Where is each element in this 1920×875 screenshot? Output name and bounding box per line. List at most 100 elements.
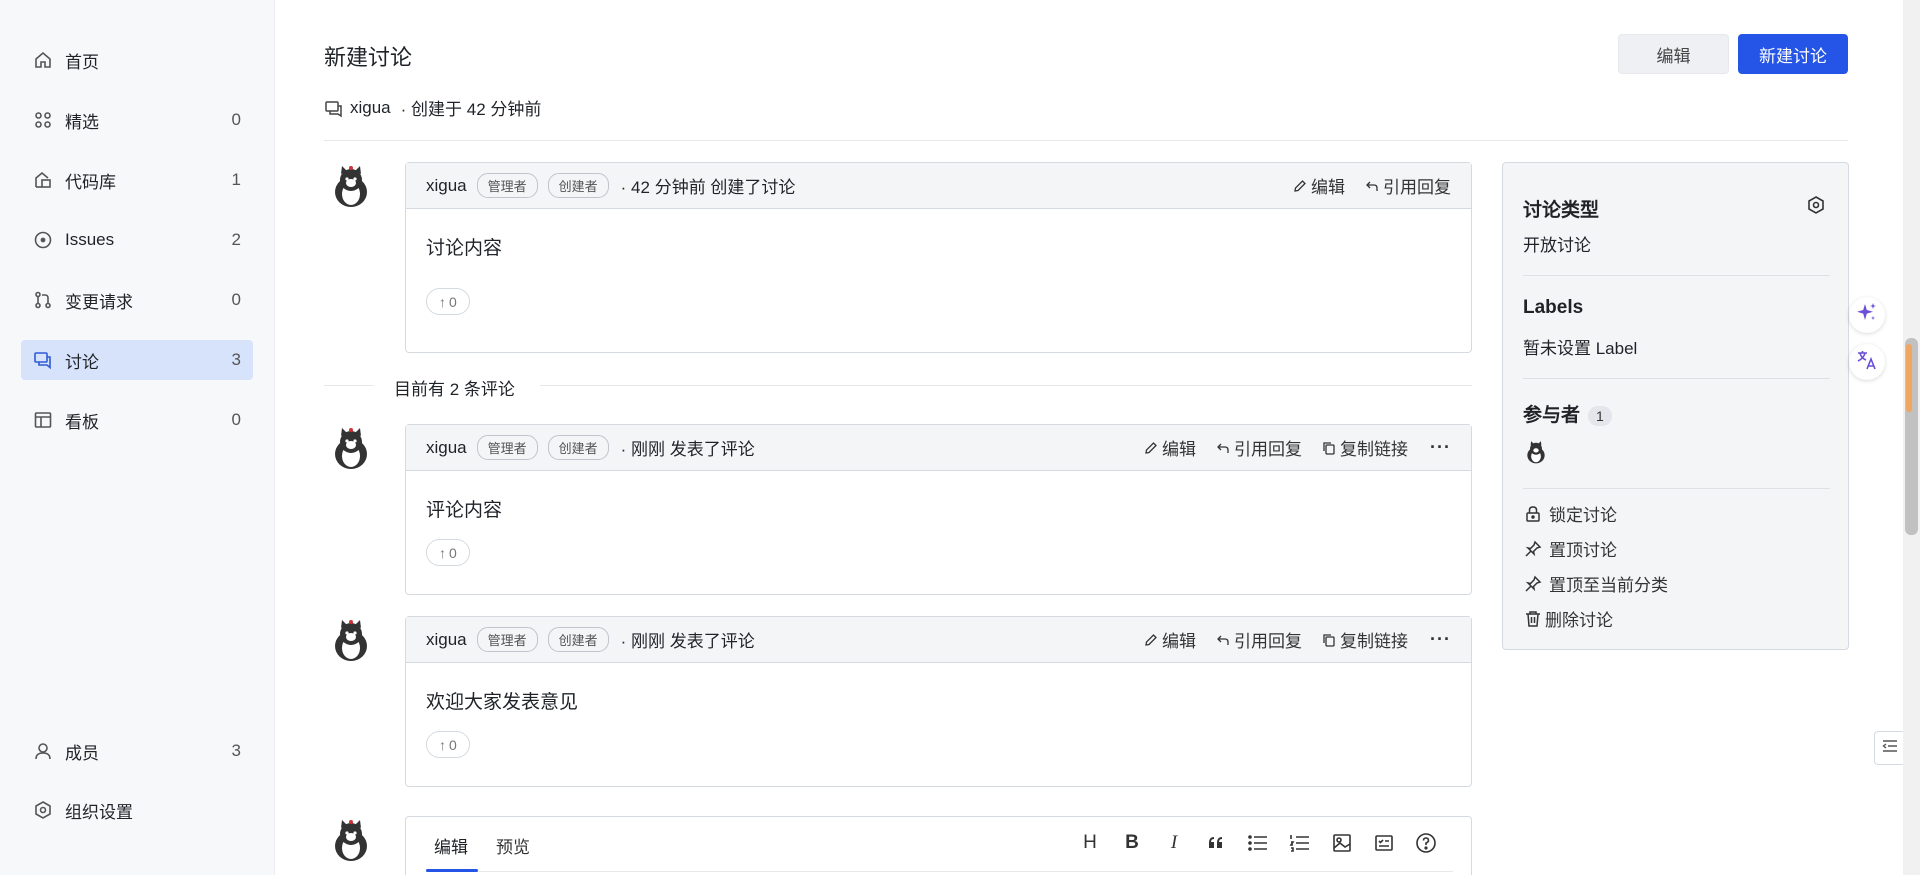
meta-author[interactable]: xigua	[350, 98, 391, 118]
image-icon[interactable]	[1330, 831, 1354, 855]
lock-discussion-action[interactable]: 锁定讨论	[1523, 501, 1617, 526]
quote-icon[interactable]	[1204, 831, 1228, 855]
tab-preview[interactable]: 预览	[496, 833, 530, 858]
pencil-icon	[1144, 441, 1158, 455]
sidebar-item-discussions[interactable]: 讨论 3	[21, 340, 253, 380]
comment-header: xigua 管理者 创建者 · 刚刚 发表了评论 编辑 引用回复 复制链接 ··…	[406, 617, 1471, 663]
avatar[interactable]	[327, 424, 375, 472]
sidebar-item-org-settings[interactable]: 组织设置	[21, 790, 253, 830]
pin-icon	[1523, 574, 1543, 594]
pin-to-category-action[interactable]: 置顶至当前分类	[1523, 571, 1668, 596]
comment-author[interactable]: xigua	[426, 630, 467, 650]
arrow-up-icon: ↑	[439, 736, 446, 753]
panel-divider	[1523, 488, 1830, 489]
more-options-button[interactable]: ···	[1430, 437, 1451, 458]
comment-content: 讨论内容	[426, 238, 503, 259]
translate-icon	[1855, 348, 1879, 377]
sidebar-item-count: 3	[231, 741, 241, 760]
bold-icon[interactable]: B	[1120, 831, 1144, 855]
edit-action[interactable]: 编辑	[1144, 435, 1196, 460]
comment-author[interactable]: xigua	[426, 438, 467, 458]
sparkle-icon	[1855, 301, 1879, 330]
comment-card: xigua 管理者 创建者 · 刚刚 发表了评论 编辑 引用回复 复制链接 ··…	[405, 424, 1472, 595]
sidebar-item-label: 变更请求	[65, 292, 133, 312]
active-tab-indicator	[426, 869, 478, 872]
collapse-icon	[1881, 739, 1898, 758]
sidebar-item-home[interactable]: 首页	[21, 40, 253, 80]
discussion-type-title: 讨论类型	[1523, 200, 1600, 221]
quote-reply-action[interactable]: 引用回复	[1216, 627, 1302, 652]
upvote-button[interactable]: ↑ 0	[426, 731, 470, 758]
arrow-up-icon: ↑	[439, 293, 446, 310]
pin-discussion-action[interactable]: 置顶讨论	[1523, 536, 1617, 561]
translate-button[interactable]	[1849, 344, 1885, 380]
quote-reply-action[interactable]: 引用回复	[1216, 435, 1302, 460]
quote-reply-action[interactable]: 引用回复	[1365, 173, 1451, 198]
copy-link-label: 复制链接	[1340, 440, 1409, 459]
sidebar-item-issues[interactable]: Issues 2	[21, 220, 253, 260]
labels-title: Labels	[1523, 297, 1584, 318]
edit-button[interactable]: 编辑	[1618, 34, 1729, 74]
bullet-list-icon[interactable]	[1246, 831, 1270, 855]
sidebar-item-label: 首页	[65, 52, 99, 72]
upvote-button[interactable]: ↑ 0	[426, 539, 470, 566]
sidebar-item-count: 3	[231, 350, 241, 369]
edit-action[interactable]: 编辑	[1293, 173, 1345, 198]
sidebar-item-merge-requests[interactable]: 变更请求 0	[21, 280, 253, 320]
discussion-icon	[33, 350, 53, 370]
upvote-count: 0	[449, 293, 457, 310]
avatar[interactable]	[327, 162, 375, 210]
task-list-icon[interactable]	[1372, 831, 1396, 855]
comment-header: xigua 管理者 创建者 · 42 分钟前 创建了讨论 编辑 引用回复	[406, 163, 1471, 209]
role-badge-creator: 创建者	[547, 173, 609, 198]
comment-time: · 42 分钟前 创建了讨论	[620, 178, 796, 197]
participants-label: 参与者	[1523, 405, 1581, 426]
sidebar-item-label: 讨论	[65, 352, 99, 372]
participants-count: 1	[1588, 406, 1612, 426]
heading-icon[interactable]: H	[1078, 831, 1102, 855]
comment-count-text: 目前有 2 条评论	[394, 380, 515, 399]
more-options-button[interactable]: ···	[1430, 629, 1451, 650]
trash-icon	[1523, 609, 1543, 629]
divider-line	[540, 385, 1472, 386]
meta-created: · 创建于 42 分钟前	[400, 100, 542, 119]
delete-discussion-action[interactable]: 删除讨论	[1523, 606, 1613, 631]
avatar[interactable]	[327, 816, 375, 864]
copy-link-label: 复制链接	[1340, 632, 1409, 651]
comment-card: xigua 管理者 创建者 · 刚刚 发表了评论 编辑 引用回复 复制链接 ··…	[405, 616, 1472, 787]
comment-author[interactable]: xigua	[426, 176, 467, 196]
italic-icon[interactable]: I	[1162, 831, 1186, 855]
settings-icon[interactable]	[1806, 195, 1826, 215]
sidebar: 首页 精选 0 代码库 1 Issues 2 变更请求 0 讨论 3 看板 0 …	[0, 0, 275, 875]
sidebar-item-repo[interactable]: 代码库 1	[21, 160, 253, 200]
copy-link-action[interactable]: 复制链接	[1322, 627, 1408, 652]
home-icon	[33, 50, 53, 70]
sidebar-item-members[interactable]: 成员 3	[21, 731, 253, 771]
upvote-count: 0	[449, 736, 457, 753]
reply-icon	[1365, 179, 1379, 193]
collapse-panel-button[interactable]	[1874, 731, 1904, 765]
new-discussion-button[interactable]: 新建讨论	[1738, 34, 1848, 74]
discussion-icon	[324, 98, 344, 118]
scroll-highlight	[1906, 344, 1912, 412]
tab-edit[interactable]: 编辑	[434, 833, 468, 858]
page-title: 新建讨论	[324, 45, 413, 70]
edit-action[interactable]: 编辑	[1144, 627, 1196, 652]
copy-link-action[interactable]: 复制链接	[1322, 435, 1408, 460]
copy-icon	[1322, 441, 1336, 455]
ai-assistant-button[interactable]	[1849, 297, 1885, 333]
participant-avatar[interactable]	[1523, 439, 1549, 465]
repo-icon	[33, 170, 53, 190]
upvote-button[interactable]: ↑ 0	[426, 288, 470, 315]
numbered-list-icon[interactable]	[1288, 831, 1312, 855]
pin-to-category-label: 置顶至当前分类	[1549, 576, 1668, 595]
avatar[interactable]	[327, 616, 375, 664]
sidebar-item-board[interactable]: 看板 0	[21, 400, 253, 440]
reply-icon	[1216, 633, 1230, 647]
role-badge-admin: 管理者	[476, 627, 538, 652]
help-icon[interactable]	[1414, 831, 1438, 855]
sidebar-item-featured[interactable]: 精选 0	[21, 100, 253, 140]
upvote-count: 0	[449, 544, 457, 561]
pencil-icon	[1144, 633, 1158, 647]
sidebar-item-count: 0	[231, 290, 241, 309]
